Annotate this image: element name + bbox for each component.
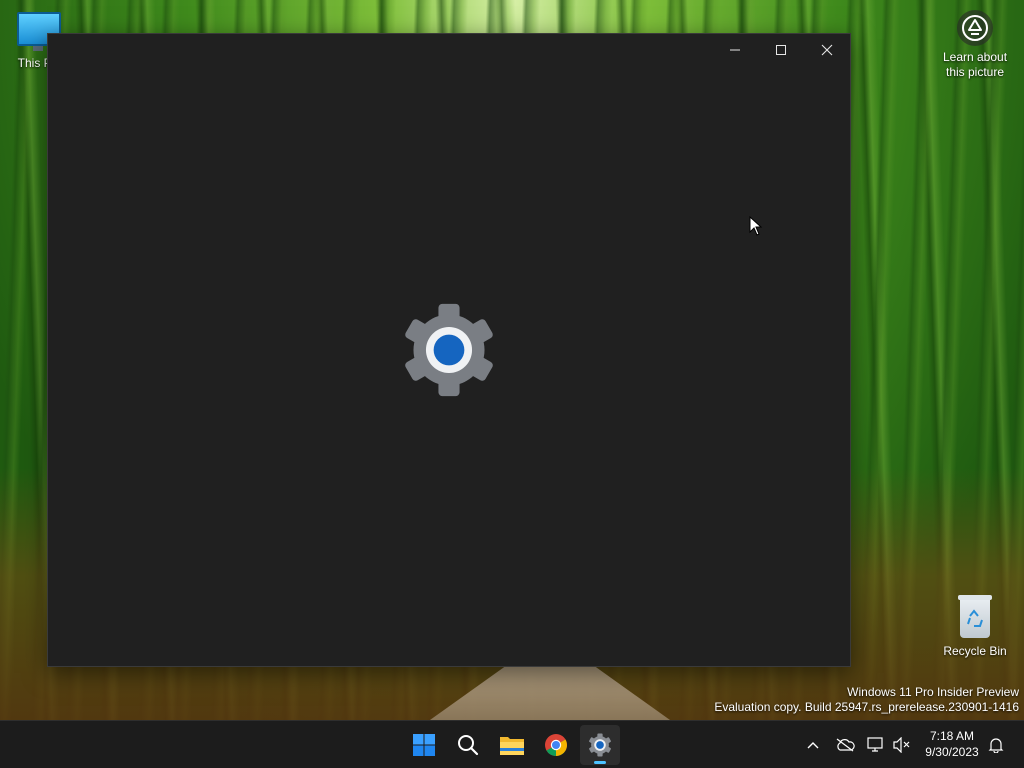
file-explorer-button[interactable] <box>492 725 532 765</box>
notification-bell-icon <box>988 738 1004 753</box>
search-icon <box>458 735 479 756</box>
chevron-up-icon <box>807 742 819 749</box>
chrome-button[interactable] <box>536 725 576 765</box>
network-icon <box>867 737 883 752</box>
active-app-indicator <box>594 761 606 764</box>
recycle-bin-icon <box>958 595 992 638</box>
clock-time: 7:18 AM <box>929 729 975 743</box>
volume-muted-icon <box>893 737 910 753</box>
desktop-icon-label: Learn about this picture <box>942 50 1008 79</box>
show-hidden-icons-button[interactable] <box>803 721 823 768</box>
settings-icon <box>589 733 611 757</box>
close-icon <box>821 44 833 56</box>
search-button[interactable] <box>448 725 488 765</box>
settings-gear-icon <box>405 303 493 397</box>
maximize-icon <box>776 45 786 55</box>
file-explorer-icon <box>500 737 524 755</box>
windows-start-icon <box>413 734 435 756</box>
desktop-icon-label: Recycle Bin <box>943 644 1007 658</box>
clock[interactable]: 7:18 AM 9/30/2023 <box>918 728 986 760</box>
minimize-icon <box>730 49 740 51</box>
maximize-button[interactable] <box>758 34 804 66</box>
settings-window[interactable] <box>47 33 851 667</box>
network-button[interactable] <box>866 721 886 768</box>
build-watermark: Windows 11 Pro Insider Preview Evaluatio… <box>714 685 1019 715</box>
watermark-line-1: Windows 11 Pro Insider Preview <box>847 685 1019 699</box>
desktop-icon-recycle-bin[interactable]: Recycle Bin <box>940 595 1010 658</box>
notifications-button[interactable] <box>986 721 1006 768</box>
volume-button[interactable] <box>892 721 912 768</box>
chrome-icon <box>545 734 567 756</box>
clock-date: 9/30/2023 <box>925 745 979 759</box>
camera-info-icon <box>957 10 993 46</box>
taskbar: 7:18 AM 9/30/2023 <box>0 720 1024 768</box>
desktop-icon-learn-about-picture[interactable]: Learn about this picture <box>938 10 1012 80</box>
minimize-button[interactable] <box>712 34 758 66</box>
wallpaper-path <box>430 660 670 720</box>
start-button[interactable] <box>404 725 444 765</box>
onedrive-icon <box>836 738 855 752</box>
onedrive-button[interactable] <box>834 721 856 768</box>
close-button[interactable] <box>804 34 850 66</box>
watermark-line-2: Evaluation copy. Build 25947.rs_prerelea… <box>714 700 1019 714</box>
mouse-cursor-icon <box>749 216 763 236</box>
settings-button[interactable] <box>580 725 620 765</box>
